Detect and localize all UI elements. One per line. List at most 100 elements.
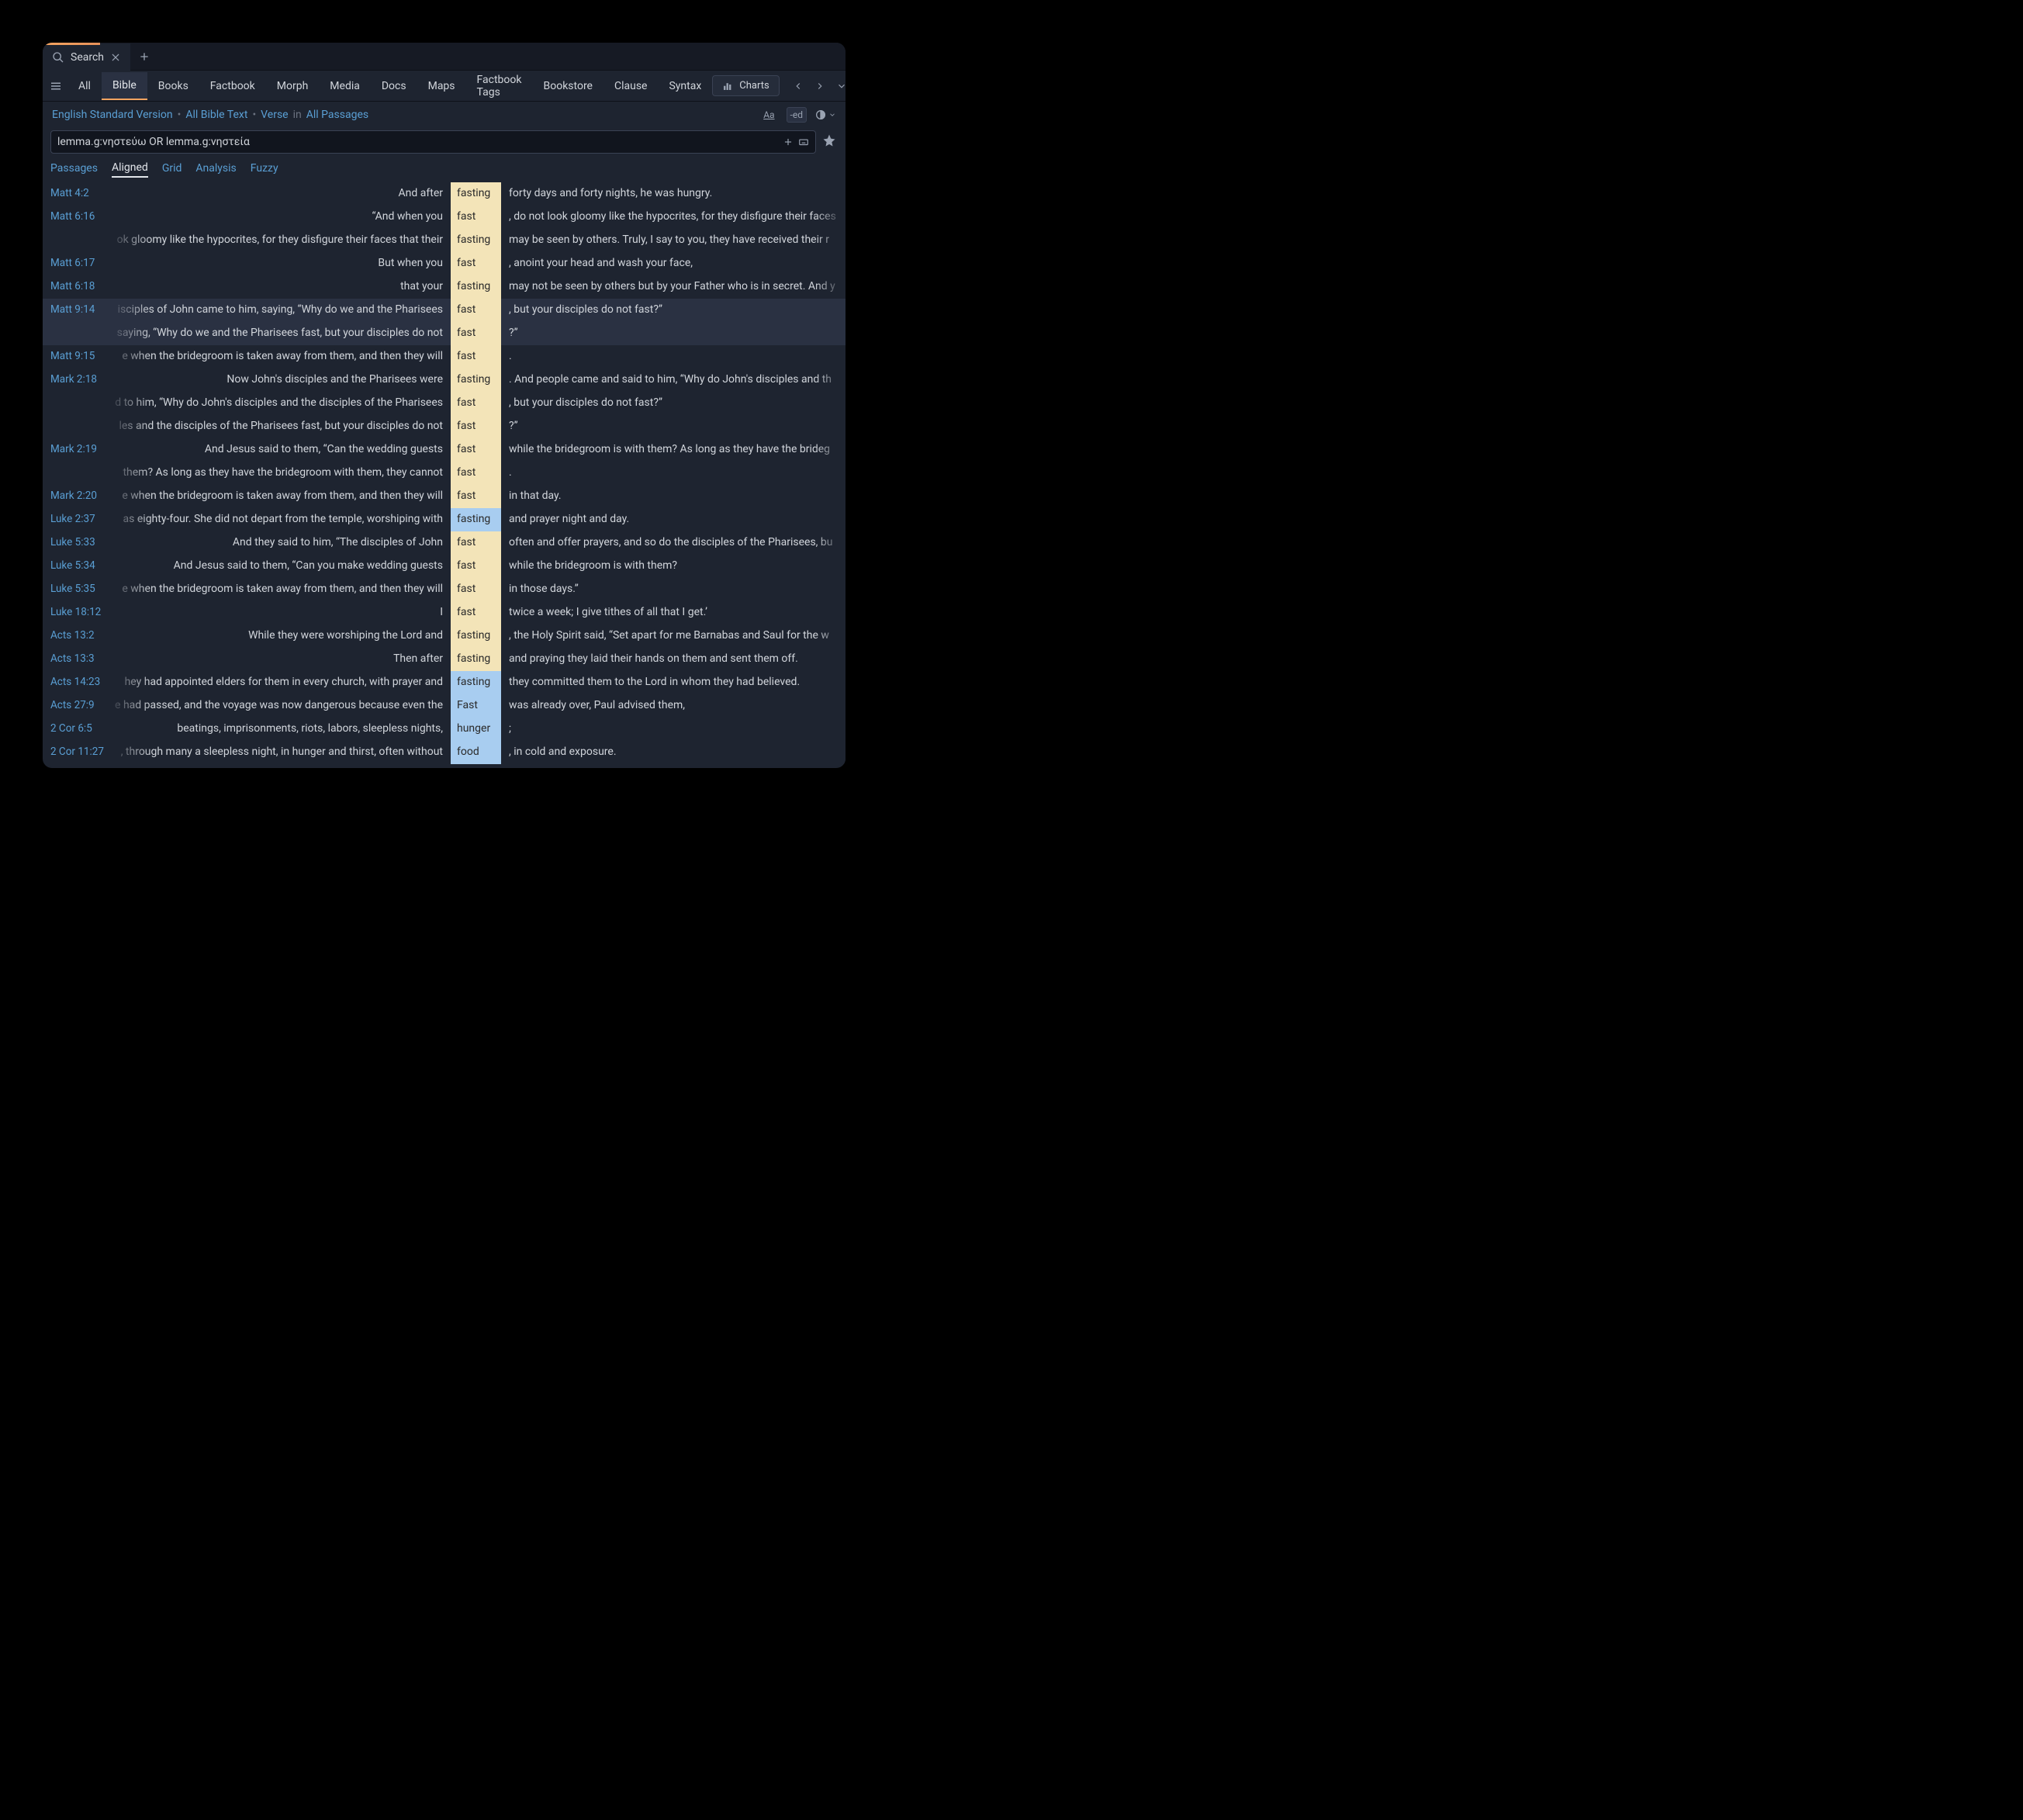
verse-reference[interactable]: Matt 9:14 <box>43 299 106 322</box>
verse-reference[interactable]: 2 Cor 6:5 <box>43 718 106 741</box>
result-row[interactable]: Mark 2:20e when the bridegroom is taken … <box>43 485 846 508</box>
menu-button[interactable] <box>49 79 63 93</box>
charts-button[interactable]: Charts <box>712 75 779 96</box>
context-after: forty days and forty nights, he was hung… <box>501 182 846 206</box>
scope-unit[interactable]: Verse <box>261 109 288 121</box>
context-before: e when the bridegroom is taken away from… <box>106 485 451 508</box>
context-after: , anoint your head and wash your face, <box>501 252 846 275</box>
verse-reference[interactable]: Acts 14:23 <box>43 671 106 694</box>
toolbar-item-bible[interactable]: Bible <box>102 72 147 100</box>
verse-reference[interactable]: Matt 9:15 <box>43 345 106 368</box>
result-row[interactable]: Luke 5:35e when the bridegroom is taken … <box>43 578 846 601</box>
favorite-button[interactable] <box>822 133 838 151</box>
context-before: Then after <box>106 648 451 671</box>
result-row[interactable]: them? As long as they have the bridegroo… <box>43 462 846 485</box>
verse-reference[interactable]: Matt 6:18 <box>43 275 106 299</box>
verse-reference <box>43 415 106 438</box>
verse-reference[interactable]: Luke 5:35 <box>43 578 106 601</box>
contrast-icon <box>814 109 827 121</box>
history-dropdown[interactable] <box>831 75 846 97</box>
appearance-button[interactable] <box>814 109 836 121</box>
scope-text[interactable]: All Bible Text <box>185 109 247 121</box>
context-after: , in cold and exposure. <box>501 741 846 764</box>
verse-reference[interactable]: Mark 2:20 <box>43 485 106 508</box>
verse-reference[interactable]: Mark 2:18 <box>43 368 106 392</box>
view-tab-aligned[interactable]: Aligned <box>112 161 148 178</box>
close-icon[interactable] <box>110 52 121 63</box>
verse-reference[interactable]: Luke 5:33 <box>43 531 106 555</box>
result-row[interactable]: Luke 5:33And they said to him, “The disc… <box>43 531 846 555</box>
scope-range[interactable]: All Passages <box>306 109 368 121</box>
result-row[interactable]: Luke 2:37as eighty-four. She did not dep… <box>43 508 846 531</box>
context-after: while the bridegroom is with them? As lo… <box>501 438 846 462</box>
result-row[interactable]: Acts 14:23hey had appointed elders for t… <box>43 671 846 694</box>
view-tab-grid[interactable]: Grid <box>162 162 182 177</box>
toolbar-item-morph[interactable]: Morph <box>266 73 320 99</box>
context-before: And after <box>106 182 451 206</box>
verse-reference[interactable]: Luke 2:37 <box>43 508 106 531</box>
verse-reference[interactable]: Matt 4:2 <box>43 182 106 206</box>
result-row[interactable]: Luke 5:34And Jesus said to them, “Can yo… <box>43 555 846 578</box>
result-row[interactable]: saying, “Why do we and the Pharisees fas… <box>43 322 846 345</box>
verse-reference[interactable]: 2 Cor 11:27 <box>43 741 106 764</box>
result-row[interactable]: Matt 4:2And afterfastingforty days and f… <box>43 182 846 206</box>
verse-reference[interactable]: Luke 5:34 <box>43 555 106 578</box>
result-row[interactable]: Matt 6:17But when youfast, anoint your h… <box>43 252 846 275</box>
toolbar-item-factbook-tags[interactable]: Factbook Tags <box>466 67 533 106</box>
toolbar-item-maps[interactable]: Maps <box>417 73 466 99</box>
context-after: may not be seen by others but by your Fa… <box>501 275 846 299</box>
match-term: fast <box>451 322 501 345</box>
search-input[interactable] <box>57 136 783 148</box>
bar-chart-icon <box>722 81 733 92</box>
result-row[interactable]: Matt 9:15e when the bridegroom is taken … <box>43 345 846 368</box>
context-after: ?” <box>501 322 846 345</box>
result-row[interactable]: Acts 13:3Then afterfastingand praying th… <box>43 648 846 671</box>
result-row[interactable]: 2 Cor 6:5beatings, imprisonments, riots,… <box>43 718 846 741</box>
toolbar-item-factbook[interactable]: Factbook <box>199 73 266 99</box>
match-term: fast <box>451 252 501 275</box>
result-row[interactable]: Luke 18:12Ifasttwice a week; I give tith… <box>43 601 846 625</box>
result-row[interactable]: les and the disciples of the Pharisees f… <box>43 415 846 438</box>
result-row[interactable]: Mark 2:19And Jesus said to them, “Can th… <box>43 438 846 462</box>
verse-reference[interactable]: Matt 6:17 <box>43 252 106 275</box>
verse-reference[interactable]: Acts 13:2 <box>43 625 106 648</box>
toolbar-item-bookstore[interactable]: Bookstore <box>533 73 603 99</box>
verse-reference[interactable]: Acts 13:3 <box>43 648 106 671</box>
result-row[interactable]: Mark 2:18Now John's disciples and the Ph… <box>43 368 846 392</box>
context-before: them? As long as they have the bridegroo… <box>106 462 451 485</box>
toolbar-item-all[interactable]: All <box>67 73 102 99</box>
toolbar-item-books[interactable]: Books <box>147 73 199 99</box>
scope-right: Aa -ed <box>759 107 836 123</box>
result-row[interactable]: Matt 6:16“And when youfast, do not look … <box>43 206 846 229</box>
verse-reference[interactable]: Mark 2:19 <box>43 438 106 462</box>
result-row[interactable]: Acts 27:9e had passed, and the voyage wa… <box>43 694 846 718</box>
view-tab-analysis[interactable]: Analysis <box>195 162 236 177</box>
verse-reference[interactable]: Acts 27:9 <box>43 694 106 718</box>
verse-reference[interactable]: Matt 6:16 <box>43 206 106 229</box>
context-before: les and the disciples of the Pharisees f… <box>106 415 451 438</box>
view-tab-passages[interactable]: Passages <box>50 162 98 177</box>
result-row[interactable]: ok gloomy like the hypocrites, for they … <box>43 229 846 252</box>
result-row[interactable]: 2 Cor 11:27, through many a sleepless ni… <box>43 741 846 764</box>
toolbar-item-syntax[interactable]: Syntax <box>658 73 712 99</box>
plus-icon[interactable] <box>783 137 794 147</box>
result-row[interactable]: Matt 9:14isciples of John came to him, s… <box>43 299 846 322</box>
view-tab-fuzzy[interactable]: Fuzzy <box>251 162 278 177</box>
toolbar-item-media[interactable]: Media <box>319 73 371 99</box>
match-forms-toggle[interactable]: -ed <box>787 107 807 123</box>
context-before: Now John's disciples and the Pharisees w… <box>106 368 451 392</box>
back-button[interactable] <box>787 75 809 97</box>
match-term: fast <box>451 601 501 625</box>
keyboard-icon[interactable] <box>798 137 809 147</box>
context-after: was already over, Paul advised them, <box>501 694 846 718</box>
match-case-toggle[interactable]: Aa <box>759 107 778 123</box>
match-term: fasting <box>451 508 501 531</box>
scope-version[interactable]: English Standard Version <box>52 109 173 121</box>
result-row[interactable]: d to him, “Why do John's disciples and t… <box>43 392 846 415</box>
forward-button[interactable] <box>809 75 831 97</box>
verse-reference[interactable]: Luke 18:12 <box>43 601 106 625</box>
result-row[interactable]: Matt 6:18that yourfastingmay not be seen… <box>43 275 846 299</box>
toolbar-item-docs[interactable]: Docs <box>371 73 417 99</box>
result-row[interactable]: Acts 13:2While they were worshiping the … <box>43 625 846 648</box>
toolbar-item-clause[interactable]: Clause <box>603 73 659 99</box>
